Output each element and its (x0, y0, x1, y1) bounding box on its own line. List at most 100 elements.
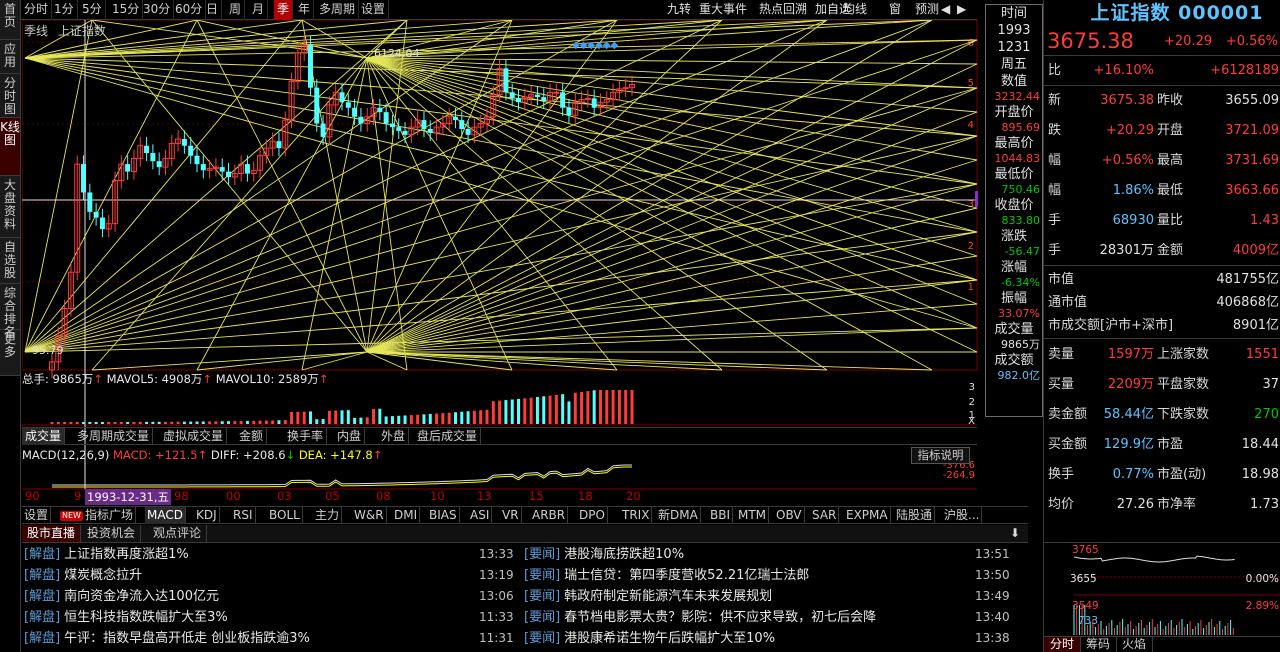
volume-tab[interactable]: 金额 (236, 428, 268, 445)
news-tab[interactable]: 股市直播 (22, 525, 82, 542)
mini-tab[interactable]: 筹码 (1080, 637, 1118, 652)
volume-tab[interactable]: 换手率 (284, 428, 328, 445)
indicator-tab[interactable]: 新DMA (656, 507, 701, 524)
indicator-tab[interactable]: KDJ (194, 507, 220, 524)
volume-tab[interactable]: 外盘 (378, 428, 410, 445)
indicator-tab[interactable]: DPO (577, 507, 608, 524)
period-tab[interactable]: 日 (203, 0, 223, 20)
volume-bar (378, 408, 382, 424)
fan-line (24, 39, 978, 353)
toolbar-action[interactable]: 预测 (913, 0, 941, 20)
news-feed: [解盘] 上证指数再度涨超1% 13:33 [解盘] 煤炭概念拉升 13:19 [解盘] 南向… (22, 544, 1028, 652)
indicator-tab[interactable]: TRIX (620, 507, 653, 524)
period-tab[interactable]: 60分 (172, 0, 207, 20)
news-item[interactable]: [要闻] 韩政府制定新能源汽车未来发展规划 13:49 (524, 586, 1015, 607)
news-item[interactable]: [要闻] 春节档电影票太贵？影院：供不应求导致，初七后会降 13:40 (524, 607, 1015, 628)
sidebar-item[interactable]: 应用 (0, 40, 20, 74)
indicator-tab[interactable]: 沪股... (942, 507, 983, 524)
period-tab[interactable]: 分时 (21, 0, 53, 20)
toolbar-action[interactable]: 窗 (887, 0, 903, 20)
mini-tab[interactable]: 火焰 (1116, 637, 1154, 652)
news-tab[interactable]: 投资机会 (82, 525, 142, 542)
indicator-tab[interactable]: EXPMA (844, 507, 891, 524)
indicator-tab[interactable]: W&R (352, 507, 387, 524)
sidebar-item[interactable]: 自选股 (0, 238, 20, 284)
period-tab[interactable]: 设置 (358, 0, 390, 20)
news-item[interactable]: [解盘] 午评：指数早盘高开低走 创业板指跌逾3% 11:31 (24, 628, 519, 649)
toolbar-action[interactable]: 热点回溯 (757, 0, 809, 20)
indicator-help-button[interactable]: 指标说明 (911, 447, 970, 464)
news-item[interactable]: [解盘] 煤炭概念拉升 13:19 (24, 565, 519, 586)
news-item[interactable]: [解盘] 上证指数再度涨超1% 13:33 (24, 544, 519, 565)
volume-tab[interactable]: 多周期成交量 (74, 428, 154, 445)
news-title: 韩政府制定新能源汽车未来发展规划 (564, 589, 773, 604)
quote-value: 2209万 (1107, 377, 1154, 392)
volume-bar (416, 414, 420, 424)
period-tab[interactable]: 周 (226, 0, 246, 20)
news-item[interactable]: [解盘] 南向资金净流入达100亿元 13:06 (24, 586, 519, 607)
news-item[interactable]: [要闻] 港股海底捞跌超10% 13:51 (524, 544, 1015, 565)
xaxis-cursor-date: 1993-12-31,五 (85, 489, 171, 505)
volume-bar (189, 421, 193, 424)
macd-value: MACD: +121.5 (113, 448, 198, 462)
period-tab[interactable]: 多周期 (316, 0, 360, 20)
indicator-tab[interactable]: RSI (231, 507, 256, 524)
volume-tab[interactable]: 内盘 (334, 428, 366, 445)
indicator-tab[interactable]: 陆股通 (894, 507, 936, 524)
news-item[interactable]: [要闻] 港股康希诺生物午后跌幅扩大至10% 13:38 (524, 628, 1015, 649)
candle-body-down (591, 98, 597, 108)
sidebar-item[interactable]: 更多 (0, 330, 20, 376)
sidebar-item[interactable]: K线图 (0, 118, 20, 176)
arrow-up-icon: ↑ (93, 372, 103, 386)
volume-tab[interactable]: 盘后成交量 (414, 428, 482, 445)
news-tag: [要闻] (524, 589, 561, 604)
period-toolbar: 分时 1分 5分 15分 30分 60分日周月季年多周期 设置 九转 重大事件 热点回溯 加自选 均线… (21, 0, 977, 20)
toolbar-action[interactable]: 重大事件 (697, 0, 749, 20)
volume-bar (573, 392, 577, 424)
volume-bar (422, 414, 426, 424)
indicator-tab[interactable]: SAR (810, 507, 840, 524)
toolbar-action[interactable]: ▶ (955, 0, 968, 20)
news-item[interactable]: [解盘] 恒生科技指数跌幅扩大至3% 11:33 (24, 607, 519, 628)
sidebar-item[interactable]: 分时图 (0, 74, 20, 118)
period-tab[interactable]: 15分 (109, 0, 144, 20)
indicator-tab[interactable]: 设置 (22, 507, 52, 524)
indicator-tab[interactable]: DMI (392, 507, 421, 524)
indicator-tab[interactable]: BIAS (427, 507, 460, 524)
toolbar-action[interactable]: 均线 (841, 0, 869, 20)
indicator-tab[interactable]: ASI (468, 507, 493, 524)
indicator-tab[interactable]: ARBR (530, 507, 569, 524)
news-item[interactable]: [要闻] 瑞士信贷：第四季度营收52.21亿瑞士法郎 13:50 (524, 565, 1015, 586)
quote-row: 手 28301万 金额 4009亿 (1044, 236, 1280, 266)
indicator-tab[interactable]: VR (500, 507, 522, 524)
indicator-tab[interactable]: MTM (736, 507, 770, 524)
period-tab[interactable]: 30分 (140, 0, 175, 20)
download-icon[interactable]: ⬇ (1010, 526, 1020, 540)
volume-tab[interactable]: 虚拟成交量 (160, 428, 228, 445)
indicator-tab[interactable]: BOLL (267, 507, 303, 524)
toolbar-action[interactable]: 九转 (665, 0, 693, 20)
period-tab[interactable]: 1分 (51, 0, 78, 20)
sidebar-item[interactable]: 首页 (0, 0, 20, 40)
indicator-tab[interactable]: NEW 指标广场 (58, 507, 136, 524)
period-tab[interactable]: 月 (249, 0, 269, 20)
sidebar-item[interactable]: 大盘资料 (0, 176, 20, 238)
mini-tab[interactable]: 分时 (1044, 637, 1082, 652)
indicator-tab[interactable]: BBI (708, 507, 734, 524)
volume-tab[interactable]: 成交量 (22, 428, 66, 445)
mini-axis-pct: 2.89% (1245, 600, 1279, 612)
period-tab[interactable]: 5分 (79, 0, 106, 20)
toolbar-action[interactable]: ◀ (939, 0, 952, 20)
quote-value: +20.29 (1105, 123, 1154, 138)
period-tab[interactable]: 季 (274, 0, 294, 20)
mini-intraday-chart[interactable]: 3765 3655 0.00% 3549 2.89% 733 (1044, 542, 1280, 636)
kline-chart[interactable]: 6543216124.0495.79◆◆◆◆◆◆321X-376.6-264.9 (22, 20, 978, 490)
indicator-tab[interactable]: OBV (774, 507, 805, 524)
indicator-tab[interactable]: MACD (145, 507, 186, 524)
news-time: 13:51 (975, 547, 1010, 561)
candle-body-down (352, 107, 358, 117)
period-tab[interactable]: 年 (295, 0, 315, 20)
indicator-tab[interactable]: 主力 (313, 507, 343, 524)
sidebar-item[interactable]: 综合排名 (0, 284, 20, 339)
news-tab[interactable]: 观点评论 (148, 525, 208, 542)
